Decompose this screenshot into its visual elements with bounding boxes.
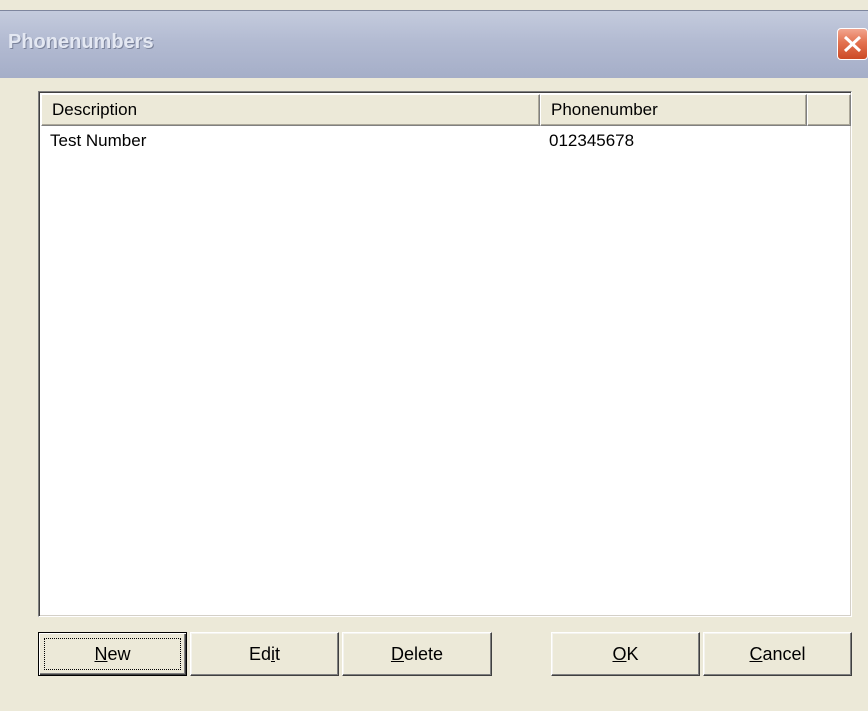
edit-button-label: Edit [248,644,281,664]
window-title: Phonenumbers [8,31,154,53]
close-button[interactable] [837,28,868,60]
list-row[interactable]: Test Number 012345678 [41,126,849,156]
delete-button[interactable]: Delete [342,632,492,676]
list-header: Description Phonenumber [41,94,851,126]
title-bar[interactable]: Phonenumbers [0,10,868,78]
column-header-phonenumber[interactable]: Phonenumber [540,94,807,126]
column-header-description[interactable]: Description [41,94,540,126]
ok-button[interactable]: OK [551,632,700,676]
new-button[interactable]: New [38,632,187,676]
cell-description: Test Number [50,131,147,150]
cancel-button-label: Cancel [749,644,806,664]
close-icon [843,35,862,53]
edit-button[interactable]: Edit [190,632,339,676]
cell-phonenumber: 012345678 [549,131,635,150]
new-button-label: New [94,644,131,664]
cancel-button[interactable]: Cancel [703,632,852,676]
phonenumbers-list[interactable]: Description Phonenumber Test Number 0123… [38,91,852,617]
column-header-filler [807,94,851,126]
ok-button-label: OK [612,644,639,664]
phonenumbers-dialog: Phonenumbers Description Phonenumber Tes… [0,0,868,711]
list-body[interactable]: Test Number 012345678 [41,126,849,614]
delete-button-label: Delete [390,644,444,664]
